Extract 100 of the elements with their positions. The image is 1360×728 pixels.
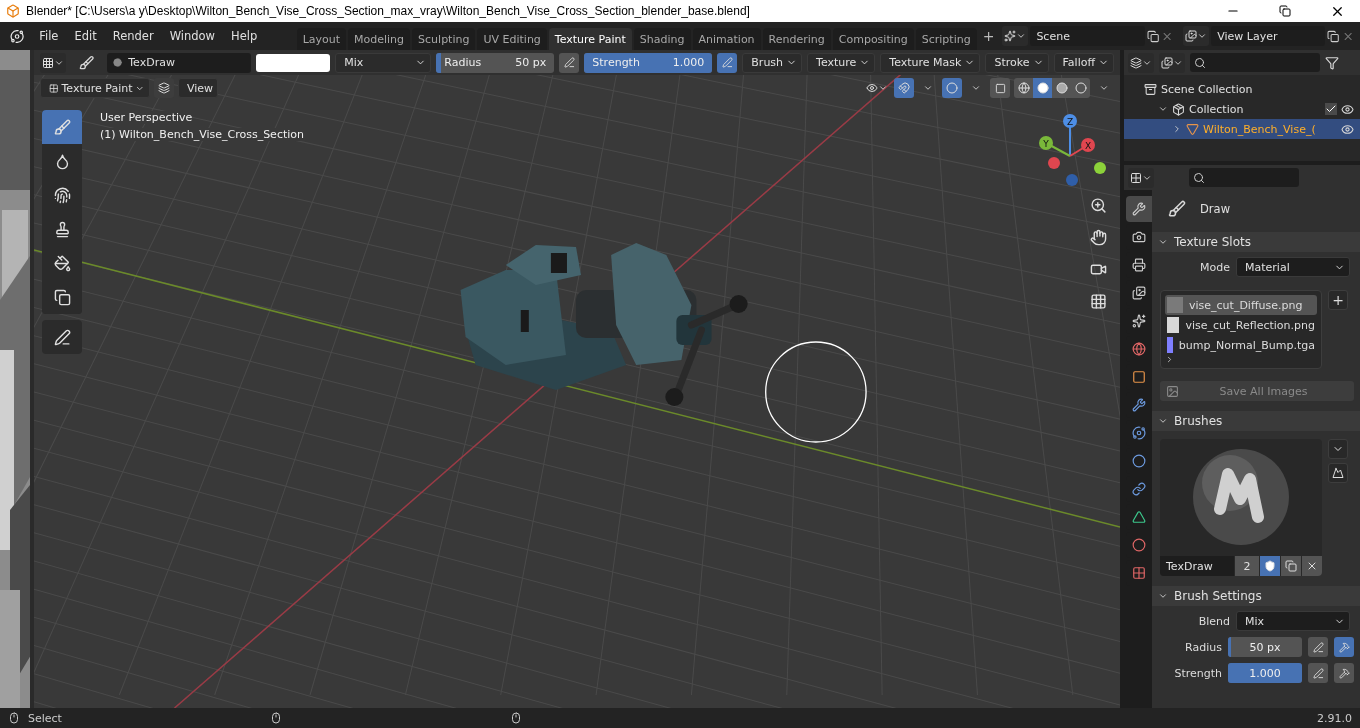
outliner-row[interactable]: Scene Collection bbox=[1124, 79, 1360, 99]
copy-icon[interactable] bbox=[1327, 29, 1340, 43]
texture-slots-header[interactable]: Texture Slots bbox=[1152, 232, 1360, 252]
wireframe-shading-button[interactable] bbox=[1014, 78, 1033, 98]
menu-dropdown[interactable]: Falloff bbox=[1053, 52, 1114, 73]
fake-user-button[interactable] bbox=[1260, 556, 1280, 576]
scene-field[interactable]: Scene bbox=[1030, 26, 1145, 46]
eye-icon[interactable] bbox=[1341, 102, 1354, 116]
dropdown-button[interactable] bbox=[1328, 439, 1348, 459]
texture-slot-row[interactable]: vise_cut_Reflection.png bbox=[1165, 315, 1317, 335]
add-workspace-button[interactable]: + bbox=[978, 28, 999, 44]
images-icon bbox=[1185, 30, 1198, 42]
search-field[interactable] bbox=[1189, 168, 1299, 187]
view-layer-selector-button[interactable] bbox=[1183, 26, 1210, 46]
workspace-tab[interactable]: UV Editing bbox=[477, 27, 547, 51]
unified-button[interactable] bbox=[1334, 637, 1354, 657]
brush-settings-header[interactable]: Brush Settings bbox=[1152, 586, 1360, 606]
caret-icon bbox=[1197, 31, 1208, 41]
image-button[interactable] bbox=[1328, 463, 1348, 483]
pressure-button[interactable] bbox=[1308, 637, 1328, 657]
brush-name-field[interactable]: TexDraw bbox=[1160, 556, 1234, 576]
search-field[interactable] bbox=[1190, 53, 1320, 72]
pressure-button[interactable] bbox=[717, 52, 738, 73]
workspace-tab[interactable]: Shading bbox=[633, 27, 691, 51]
unified-button[interactable] bbox=[1334, 663, 1354, 683]
grid-icon bbox=[49, 82, 59, 94]
overlay-toggle-button[interactable] bbox=[942, 78, 962, 98]
solid-shading-button[interactable] bbox=[1033, 78, 1052, 98]
duplicate-button[interactable] bbox=[1281, 556, 1301, 576]
viewport-info-text: User Perspective bbox=[100, 111, 193, 124]
menu-dropdown[interactable]: Brush bbox=[742, 52, 803, 73]
copy-icon bbox=[1285, 560, 1297, 572]
brushes-header[interactable]: Brushes bbox=[1152, 411, 1360, 431]
workspace-tab[interactable]: Texture Paint bbox=[548, 27, 632, 51]
tool-name: Draw bbox=[1200, 202, 1231, 216]
menu-dropdown[interactable]: Texture bbox=[807, 52, 876, 73]
properties-tab[interactable] bbox=[1126, 196, 1152, 222]
rendered-shading-button[interactable] bbox=[1071, 78, 1090, 98]
blend-dropdown[interactable]: Mix bbox=[335, 52, 432, 73]
outliner-row[interactable]: Collection bbox=[1124, 99, 1360, 119]
pressure-button[interactable] bbox=[559, 52, 580, 73]
strength-slider[interactable]: Strength 1.000 bbox=[584, 52, 713, 73]
layers-button[interactable] bbox=[154, 78, 174, 98]
axis-gizmo-drawing[interactable]: Z Y X bbox=[1039, 114, 1106, 186]
menu-item[interactable]: File bbox=[32, 26, 66, 46]
view-menu[interactable]: View bbox=[178, 78, 219, 98]
globe-icon bbox=[1132, 342, 1146, 356]
workspace-tab[interactable]: Rendering bbox=[762, 27, 831, 51]
scene-selector-button[interactable] bbox=[1002, 26, 1029, 46]
editor-type-button[interactable] bbox=[1128, 167, 1154, 188]
view-layer-field[interactable]: View Layer bbox=[1211, 26, 1326, 46]
mode-dropdown[interactable]: Texture Paint bbox=[40, 78, 150, 98]
color-swatch[interactable] bbox=[255, 53, 331, 72]
circle-icon bbox=[113, 58, 123, 67]
menu-item[interactable]: Window bbox=[162, 26, 222, 46]
workspace-tab[interactable]: Modeling bbox=[348, 27, 411, 51]
circle-icon bbox=[946, 82, 958, 94]
gizmo-toggle-button[interactable] bbox=[894, 78, 914, 98]
workspace-tab[interactable]: Scripting bbox=[915, 27, 977, 51]
menu-item[interactable]: Help bbox=[224, 26, 265, 46]
workspace-tab[interactable]: Animation bbox=[692, 27, 761, 51]
pen-icon bbox=[1312, 641, 1324, 653]
search-icon bbox=[1194, 56, 1206, 69]
blend-dropdown[interactable]: Mix bbox=[1236, 611, 1350, 631]
copy-icon[interactable] bbox=[1146, 29, 1159, 43]
workspace-tab[interactable]: Layout bbox=[296, 27, 347, 51]
texture-slot-row[interactable]: vise_cut_Diffuse.png bbox=[1165, 295, 1317, 315]
menu-item[interactable]: Render bbox=[105, 26, 161, 46]
strength-slider[interactable]: 1.000 bbox=[1228, 663, 1302, 683]
app-logo-icon[interactable] bbox=[10, 28, 25, 44]
workspace-tab[interactable]: Sculpting bbox=[412, 27, 476, 51]
checkbox[interactable] bbox=[1325, 103, 1337, 115]
unlink-button[interactable] bbox=[1302, 556, 1322, 576]
eye-icon[interactable] bbox=[1341, 122, 1354, 136]
square-icon bbox=[1132, 370, 1146, 384]
collection-box-icon bbox=[1172, 102, 1185, 116]
menu-dropdown[interactable]: Stroke bbox=[985, 52, 1049, 73]
editor-type-button[interactable] bbox=[40, 52, 66, 73]
circle-icon bbox=[1132, 454, 1146, 468]
viewport-info-text: (1) Wilton_Bench_Vise_Cross_Section bbox=[100, 128, 304, 141]
material-shading-button[interactable] bbox=[1052, 78, 1071, 98]
menu-dropdown[interactable]: Texture Mask bbox=[880, 52, 981, 73]
texture-slot-row[interactable]: bump_Normal_Bump.tga bbox=[1165, 335, 1317, 355]
copy-icon bbox=[53, 288, 71, 306]
filter-icon[interactable] bbox=[1325, 55, 1339, 70]
brush-name-field[interactable]: TexDraw bbox=[107, 52, 251, 73]
menu-item[interactable]: Edit bbox=[67, 26, 104, 46]
camera-icon bbox=[1132, 230, 1146, 244]
display-mode-button[interactable] bbox=[1159, 52, 1185, 73]
mode-dropdown[interactable]: Material bbox=[1236, 257, 1350, 277]
pressure-button[interactable] bbox=[1308, 663, 1328, 683]
outliner-row[interactable]: Wilton_Bench_Vise_( bbox=[1124, 119, 1360, 139]
workspace-tab[interactable]: Compositing bbox=[832, 27, 914, 51]
editor-type-button[interactable] bbox=[1128, 52, 1154, 73]
grid-icon bbox=[1089, 292, 1107, 310]
radius-slider[interactable]: 50 px bbox=[1228, 637, 1302, 657]
xray-toggle-button[interactable] bbox=[990, 78, 1010, 98]
brush-preview-drawing[interactable] bbox=[1193, 449, 1289, 545]
radius-slider[interactable]: Radius 50 px bbox=[436, 52, 555, 73]
add-slot-button[interactable]: + bbox=[1328, 290, 1348, 310]
